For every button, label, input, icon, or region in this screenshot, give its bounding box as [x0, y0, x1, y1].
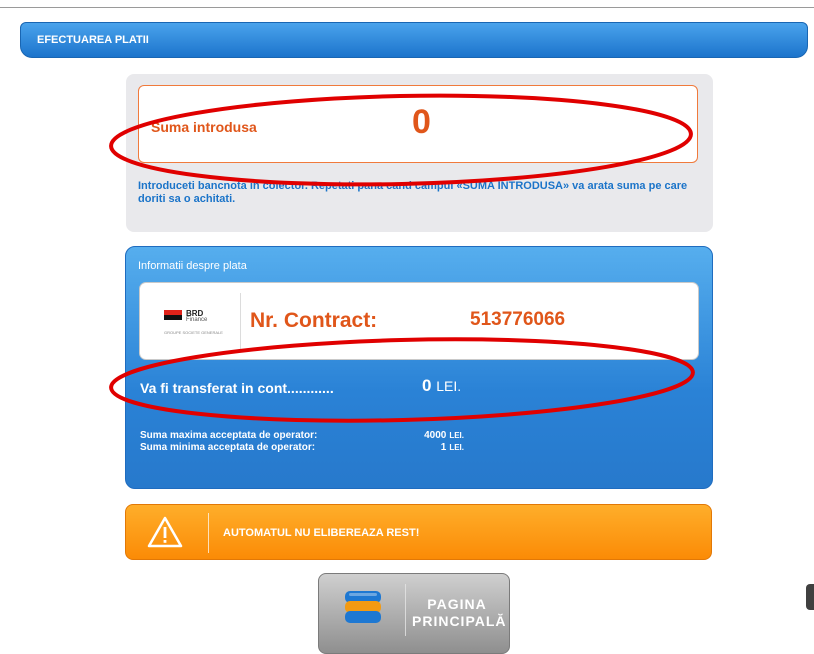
brd-finance-logo: BRD Finance GROUPE SOCIETE GENERALE — [164, 309, 234, 338]
contract-number-value: 513776066 — [470, 309, 566, 330]
transfer-amount: 0 LEI. — [422, 376, 461, 396]
home-page-button[interactable]: PAGINA PRINCIPALĂ — [318, 573, 510, 654]
max-sum-value: 4000 LEI. — [406, 430, 464, 441]
brd-logo-tagline: GROUPE SOCIETE GENERALE — [164, 330, 223, 335]
transfer-amount-value: 0 — [422, 376, 432, 395]
side-edge-handle[interactable] — [806, 584, 814, 610]
inserted-sum-value: 0 — [412, 103, 431, 141]
contract-box: BRD Finance GROUPE SOCIETE GENERALE Nr. … — [139, 282, 699, 360]
insert-instructions-text: Introduceti bancnota in colector. Repeta… — [138, 180, 688, 205]
home-button-divider — [405, 584, 406, 636]
brd-logo-subtitle: Finance — [186, 317, 208, 323]
min-sum-currency: LEI. — [449, 443, 464, 452]
max-sum-amount: 4000 — [424, 430, 447, 441]
max-sum-label: Suma maxima acceptata de operator: — [140, 430, 318, 441]
transfer-label: Va fi transferat in cont............ — [140, 380, 334, 396]
transfer-currency: LEI. — [436, 378, 462, 394]
home-stack-icon — [345, 591, 381, 623]
no-change-warning-bar: AUTOMATUL NU ELIBEREAZA REST! — [125, 504, 712, 560]
payment-info-panel: Informatii despre plata BRD Finance GROU… — [125, 246, 713, 489]
payment-info-title: Informatii despre plata — [138, 260, 247, 272]
home-button-label-line2: PRINCIPALĂ — [412, 613, 507, 629]
min-sum-label: Suma minima acceptata de operator: — [140, 442, 316, 453]
inserted-sum-label: Suma introdusa — [151, 119, 257, 135]
max-sum-currency: LEI. — [449, 431, 464, 440]
home-button-label-line1: PAGINA — [427, 596, 487, 612]
page-header-bar: EFECTUAREA PLATII — [20, 22, 808, 58]
page-title: EFECTUAREA PLATII — [37, 34, 149, 46]
no-change-warning-text: AUTOMATUL NU ELIBEREAZA REST! — [223, 527, 420, 539]
min-sum-amount: 1 — [440, 442, 447, 453]
warning-triangle-icon — [147, 516, 183, 548]
brd-logo-mark-icon — [164, 310, 182, 320]
contract-divider — [240, 293, 241, 351]
home-button-label: PAGINA PRINCIPALĂ — [412, 596, 507, 630]
min-sum-value: 1 LEI. — [406, 442, 464, 453]
top-divider-line — [0, 7, 814, 8]
contract-number-label: Nr. Contract: — [250, 309, 378, 332]
inserted-sum-box: Suma introdusa 0 — [138, 85, 698, 163]
warning-divider — [208, 513, 209, 553]
inserted-sum-panel: Suma introdusa 0 Introduceti bancnota in… — [126, 74, 713, 232]
